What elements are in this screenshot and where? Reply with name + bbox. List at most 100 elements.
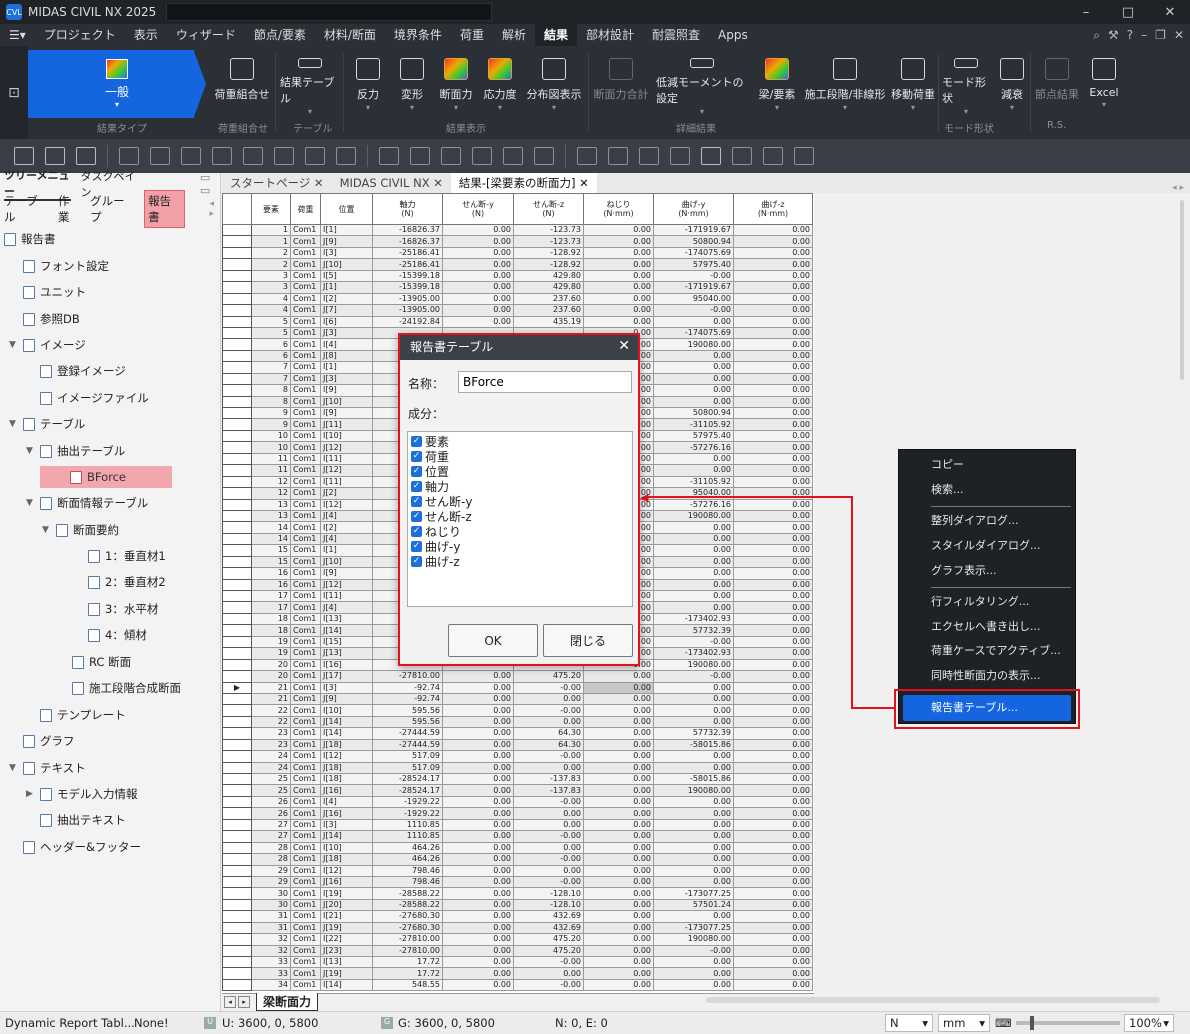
table-cell[interactable]: 190080.00	[653, 933, 734, 946]
row-header[interactable]	[222, 281, 252, 294]
row-header[interactable]	[222, 921, 252, 935]
checkbox-checked-icon[interactable]: ✓	[411, 526, 422, 537]
table-cell[interactable]: 12	[251, 487, 291, 500]
table-cell[interactable]: 15	[251, 555, 291, 569]
table-cell[interactable]: 3	[251, 269, 291, 283]
table-cell[interactable]: Com1	[290, 658, 321, 672]
row-header[interactable]	[222, 487, 252, 500]
table-row[interactable]: 32 Com1 J[23] -27810.00 0.00 475.20 0.00 -0.00 0…	[222, 944, 813, 958]
table-cell[interactable]: 25	[251, 772, 291, 786]
table-cell[interactable]: 0.00	[442, 692, 514, 706]
row-header[interactable]	[222, 692, 252, 706]
table-cell[interactable]: 0.00	[653, 532, 734, 546]
row-header[interactable]	[222, 933, 252, 946]
table-cell[interactable]: Com1	[290, 875, 321, 889]
table-cell[interactable]: 0.00	[653, 395, 734, 409]
table-row[interactable]: 31 Com1 I[21] -27680.30 0.00 432.69 0.00 0.00 0.…	[222, 910, 813, 923]
table-cell[interactable]: -173402.93	[653, 647, 734, 660]
table-cell[interactable]: 20	[251, 670, 291, 683]
table-cell[interactable]: 0.00	[653, 864, 734, 877]
table-row[interactable]: 4 Com1 I[2] -13905.00 0.00 237.60 0.00 95040.00…	[222, 292, 813, 306]
menu-results[interactable]: 結果	[534, 24, 577, 46]
table-cell[interactable]: Com1	[290, 887, 321, 900]
table-cell[interactable]: Com1	[290, 841, 321, 855]
table-cell[interactable]: -58015.86	[653, 772, 734, 786]
table-cell[interactable]: -28588.22	[372, 898, 443, 912]
table-cell[interactable]: I[1]	[320, 544, 373, 557]
row-header[interactable]	[222, 429, 252, 443]
table-cell[interactable]: Com1	[290, 258, 321, 271]
row-header[interactable]	[222, 395, 252, 409]
ctx-activate-by-loadcase[interactable]: 荷重ケースでアクティブ...	[931, 642, 1061, 660]
table-cell[interactable]: Com1	[290, 601, 321, 614]
table-cell[interactable]: Com1	[290, 750, 321, 763]
table-cell[interactable]: -27810.00	[372, 670, 443, 683]
table-cell[interactable]: Com1	[290, 624, 321, 637]
table-cell[interactable]: 0.00	[653, 910, 734, 923]
table-cell[interactable]: I[11]	[320, 452, 373, 466]
close-window-button[interactable]: ✕	[1150, 0, 1190, 24]
table-cell[interactable]: Com1	[290, 361, 321, 374]
sub-tab-report[interactable]: 報告書	[144, 190, 186, 228]
table-row[interactable]: 25 Com1 I[18] -28524.17 0.00 -137.83 0.00 -5801…	[222, 772, 813, 786]
activate-by-icon[interactable]	[763, 147, 783, 165]
row-header[interactable]	[222, 967, 252, 980]
table-cell[interactable]: 0.00	[733, 750, 813, 763]
table-cell[interactable]: Com1	[290, 761, 321, 775]
table-cell[interactable]: 22	[251, 715, 291, 729]
table-cell[interactable]: -16826.37	[372, 235, 443, 248]
table-cell[interactable]: 0.00	[733, 441, 813, 454]
table-cell[interactable]: 475.20	[513, 670, 584, 683]
load-combination-button[interactable]: 荷重組合せ	[214, 52, 270, 116]
ctx-copy[interactable]: コピー	[931, 456, 964, 474]
table-cell[interactable]: -0.00	[513, 750, 584, 763]
table-cell[interactable]: 0.00	[653, 567, 734, 580]
table-cell[interactable]: I[5]	[320, 269, 373, 283]
table-cell[interactable]: I[13]	[320, 955, 373, 969]
table-cell[interactable]: 0.00	[583, 921, 654, 935]
table-cell[interactable]: I[4]	[320, 338, 373, 351]
row-header[interactable]	[222, 269, 252, 283]
table-cell[interactable]: 0.00	[513, 818, 584, 832]
component-checkbox-row[interactable]: ✓ せん断-z	[411, 509, 472, 524]
table-cell[interactable]: 0.00	[733, 384, 813, 397]
table-cell[interactable]: 432.69	[513, 921, 584, 935]
zoom-select[interactable]: 100% ▾	[1124, 1014, 1174, 1032]
table-cell[interactable]: 0.00	[442, 841, 514, 855]
table-cell[interactable]: 0.00	[733, 223, 813, 237]
table-row[interactable]: ▶ 21 Com1 I[3] -92.74 0.00 -0.00 0.00 0.00 0.00	[222, 681, 813, 694]
table-row[interactable]: 1 Com1 J[9] -16826.37 0.00 -123.73 0.00 50800.9…	[222, 235, 813, 248]
table-row[interactable]: 3 Com1 J[1] -15399.18 0.00 429.80 0.00 -171919.…	[222, 281, 813, 294]
select-property-icon[interactable]	[336, 147, 356, 165]
table-cell[interactable]: 57732.39	[653, 624, 734, 637]
table-cell[interactable]: 32	[251, 944, 291, 958]
table-cell[interactable]: -171919.67	[653, 223, 734, 237]
table-cell[interactable]: 0.00	[733, 578, 813, 592]
tree-image[interactable]: ▼ イメージ	[9, 334, 86, 356]
table-cell[interactable]: I[15]	[320, 635, 373, 649]
table-row[interactable]: 32 Com1 I[22] -27810.00 0.00 475.20 0.00 190080…	[222, 933, 813, 946]
table-cell[interactable]: 0.00	[442, 967, 514, 980]
table-cell[interactable]: 237.60	[513, 292, 584, 306]
table-cell[interactable]: -25186.41	[372, 246, 443, 260]
table-row[interactable]: 27 Com1 I[3] 1110.85 0.00 0.00 0.00 0.00 0.00	[222, 818, 813, 832]
table-cell[interactable]: J[18]	[320, 853, 373, 866]
table-cell[interactable]: 64.30	[513, 727, 584, 740]
table-cell[interactable]: 22	[251, 704, 291, 717]
table-cell[interactable]: 0.00	[442, 898, 514, 912]
table-cell[interactable]: 0.00	[733, 464, 813, 477]
table-cell[interactable]: 0.00	[653, 555, 734, 569]
table-cell[interactable]: 27	[251, 818, 291, 832]
table-cell[interactable]: 0.00	[653, 830, 734, 843]
table-cell[interactable]: -128.92	[513, 258, 584, 271]
table-cell[interactable]: 8	[251, 395, 291, 409]
unit-icon[interactable]: ⌨	[995, 1016, 1012, 1030]
table-cell[interactable]: 0.00	[733, 898, 813, 912]
close-pane-icon[interactable]: ✕	[1174, 28, 1184, 42]
table-cell[interactable]: J[7]	[320, 304, 373, 317]
table-cell[interactable]: -13905.00	[372, 304, 443, 317]
expand-arrow-icon[interactable]: ▶	[26, 783, 40, 805]
table-cell[interactable]: -24192.84	[372, 315, 443, 328]
row-header[interactable]	[222, 521, 252, 534]
table-row[interactable]: 4 Com1 J[7] -13905.00 0.00 237.60 0.00 -0.00 0.0…	[222, 304, 813, 317]
